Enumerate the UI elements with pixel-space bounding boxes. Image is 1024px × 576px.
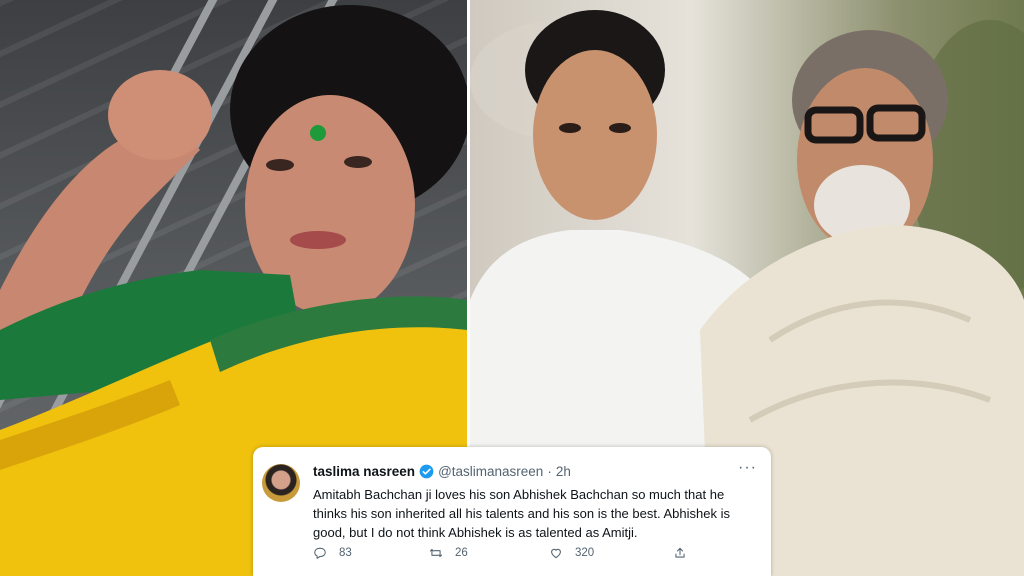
- share-icon: [675, 547, 685, 558]
- author-name[interactable]: taslima nasreen: [313, 464, 415, 479]
- header-separator: ·: [547, 464, 552, 479]
- author-handle[interactable]: @taslimanasreen: [438, 464, 543, 479]
- like-count: 320: [575, 547, 595, 559]
- reply-button[interactable]: 83: [313, 546, 352, 560]
- more-options-icon[interactable]: ···: [738, 459, 757, 477]
- verified-badge-icon: [419, 464, 434, 479]
- retweet-button[interactable]: 26: [429, 546, 468, 560]
- reply-icon: [314, 547, 326, 559]
- like-button[interactable]: 320: [549, 546, 594, 560]
- share-button[interactable]: [673, 546, 699, 560]
- retweet-icon: [429, 548, 443, 558]
- tweet-actions: 83 26 320: [313, 546, 733, 566]
- tweet-card[interactable]: taslima nasreen @taslimanasreen · 2h ···…: [253, 447, 771, 576]
- reply-count: 83: [339, 547, 352, 559]
- tweet-text: Amitabh Bachchan ji loves his son Abhish…: [313, 487, 730, 540]
- avatar[interactable]: [262, 464, 300, 502]
- tweet-header: taslima nasreen @taslimanasreen · 2h: [313, 464, 571, 479]
- tweet-time[interactable]: 2h: [556, 464, 571, 479]
- retweet-count: 26: [455, 547, 468, 559]
- heart-icon: [551, 548, 561, 559]
